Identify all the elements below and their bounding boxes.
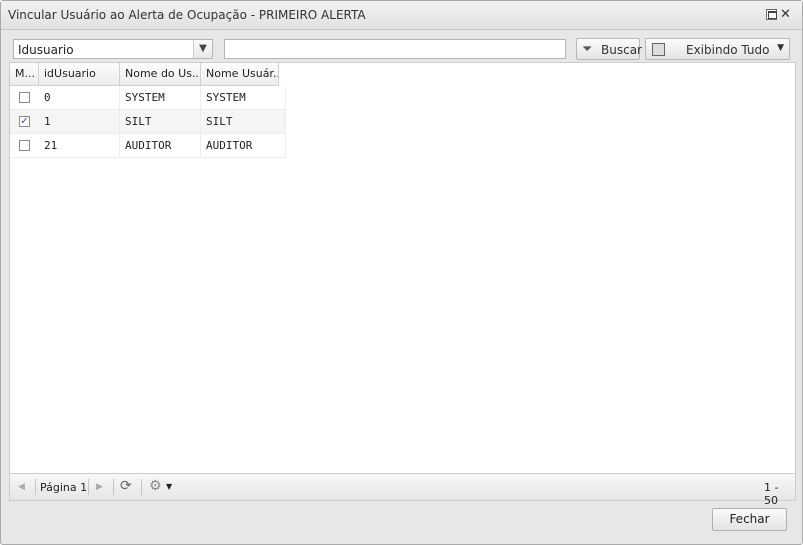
settings-dropdown-icon[interactable]: ▼: [166, 482, 172, 491]
cell-nome: SYSTEM: [120, 86, 201, 110]
dialog-window: Vincular Usuário ao Alerta de Ocupação -…: [0, 0, 803, 545]
cell-usuario: SYSTEM: [201, 86, 286, 110]
search-input[interactable]: [224, 39, 566, 59]
show-filter-button[interactable]: Exibindo Tudo ▼: [645, 38, 790, 60]
column-header-nome[interactable]: Nome do Us...: [120, 63, 201, 85]
close-button[interactable]: Fechar: [712, 508, 787, 531]
filter-funnel-icon: ⏷: [582, 42, 593, 57]
table-row[interactable]: ✓ 1 SILT SILT: [10, 110, 286, 134]
column-header-idusuario[interactable]: idUsuario: [39, 63, 120, 85]
users-grid: M... idUsuario Nome do Us... Nome Usuár.…: [9, 62, 796, 474]
column-header-mark[interactable]: M...: [10, 63, 39, 85]
refresh-icon[interactable]: ⟳: [120, 478, 132, 494]
cell-usuario: AUDITOR: [201, 134, 286, 158]
cell-id: 21: [39, 134, 120, 158]
cell-id: 1: [39, 110, 120, 134]
window-title: Vincular Usuário ao Alerta de Ocupação -…: [8, 8, 366, 22]
chevron-down-icon[interactable]: ▼: [193, 40, 212, 58]
cell-id: 0: [39, 86, 120, 110]
search-button[interactable]: ⏷ Buscar: [576, 38, 642, 60]
table-row[interactable]: 0 SYSTEM SYSTEM: [10, 86, 286, 110]
maximize-icon[interactable]: [766, 9, 777, 20]
record-range: 1 - 50: [764, 481, 779, 507]
next-page-icon[interactable]: ▶: [96, 482, 103, 492]
dropdown-arrow-icon: ▼: [777, 43, 784, 53]
row-checkbox[interactable]: [19, 140, 30, 151]
show-filter-label: Exibindo Tudo: [686, 43, 770, 57]
field-select-value: Idusuario: [18, 43, 74, 57]
search-toolbar: Idusuario ▼ ⏷ Buscar Exibindo Tudo ▼: [8, 34, 795, 61]
field-select[interactable]: Idusuario ▼: [13, 39, 213, 59]
row-checkbox[interactable]: [19, 92, 30, 103]
cell-usuario: SILT: [201, 110, 286, 134]
page-label: Página 1: [40, 481, 88, 494]
title-bar[interactable]: Vincular Usuário ao Alerta de Ocupação -…: [1, 1, 802, 30]
prev-page-icon[interactable]: ◀: [18, 482, 25, 492]
row-checkbox[interactable]: ✓: [19, 116, 30, 127]
close-icon[interactable]: ✕: [780, 8, 791, 21]
pager-bar: ◀ Página 1 ▶ ⟳ ⚙ ▼ 1 - 50: [9, 474, 796, 507]
grid-header: M... idUsuario Nome do Us... Nome Usuár.…: [10, 63, 279, 86]
settings-icon[interactable]: ⚙: [149, 478, 162, 494]
column-header-usuario[interactable]: Nome Usuár...: [201, 63, 279, 85]
cell-nome: SILT: [120, 110, 201, 134]
table-row[interactable]: 21 AUDITOR AUDITOR: [10, 134, 286, 158]
filter-icon: [652, 43, 665, 56]
search-button-label: Buscar: [601, 43, 642, 57]
cell-nome: AUDITOR: [120, 134, 201, 158]
